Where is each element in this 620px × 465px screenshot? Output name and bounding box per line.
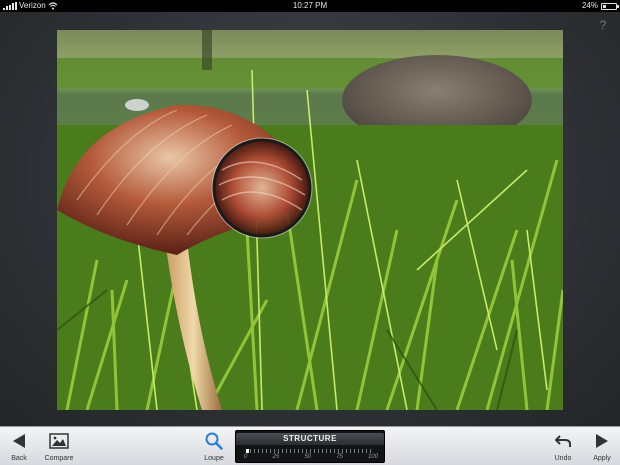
edited-photo[interactable] — [57, 30, 563, 410]
back-arrow-icon — [13, 434, 25, 448]
apply-label: Apply — [593, 455, 611, 462]
structure-slider[interactable]: STRUCTURE 0 25 50 75 100 — [235, 430, 385, 463]
loupe-label: Loupe — [204, 455, 224, 462]
battery-icon — [601, 2, 619, 10]
compare-button[interactable]: Compare — [42, 429, 76, 463]
apply-arrow-icon — [596, 434, 608, 448]
compare-label: Compare — [44, 455, 74, 462]
apply-button[interactable]: Apply — [588, 429, 616, 463]
status-bar: Verizon 10:27 PM 24% — [0, 0, 620, 12]
photo-image — [57, 30, 563, 410]
loupe-button[interactable]: Loupe — [199, 429, 229, 463]
back-label: Back — [11, 455, 27, 462]
undo-label: Undo — [554, 455, 572, 462]
slider-title: STRUCTURE — [236, 433, 384, 445]
bottom-toolbar: Back Compare Loupe STRUCTURE 0 25 50 75 … — [0, 426, 620, 465]
battery-percent: 24% — [581, 1, 598, 10]
undo-icon — [555, 435, 571, 447]
slider-scale-label: 100 — [367, 454, 378, 460]
status-right: 24% — [581, 0, 619, 12]
slider-scale-label: 50 — [304, 454, 311, 460]
slider-ticks — [246, 449, 374, 453]
magnifier-icon — [205, 432, 223, 450]
back-button[interactable]: Back — [6, 429, 32, 463]
slider-scale-label: 75 — [336, 454, 343, 460]
slider-scale: 0 25 50 75 100 — [244, 454, 378, 460]
slider-fill — [246, 449, 249, 453]
status-time: 10:27 PM — [292, 1, 328, 10]
help-button[interactable]: ? — [596, 18, 610, 32]
editor-canvas: ? — [0, 12, 620, 426]
compare-image-icon — [49, 433, 69, 449]
undo-button[interactable]: Undo — [549, 429, 577, 463]
slider-scale-label: 25 — [272, 454, 280, 460]
slider-scale-label: 0 — [244, 454, 248, 460]
